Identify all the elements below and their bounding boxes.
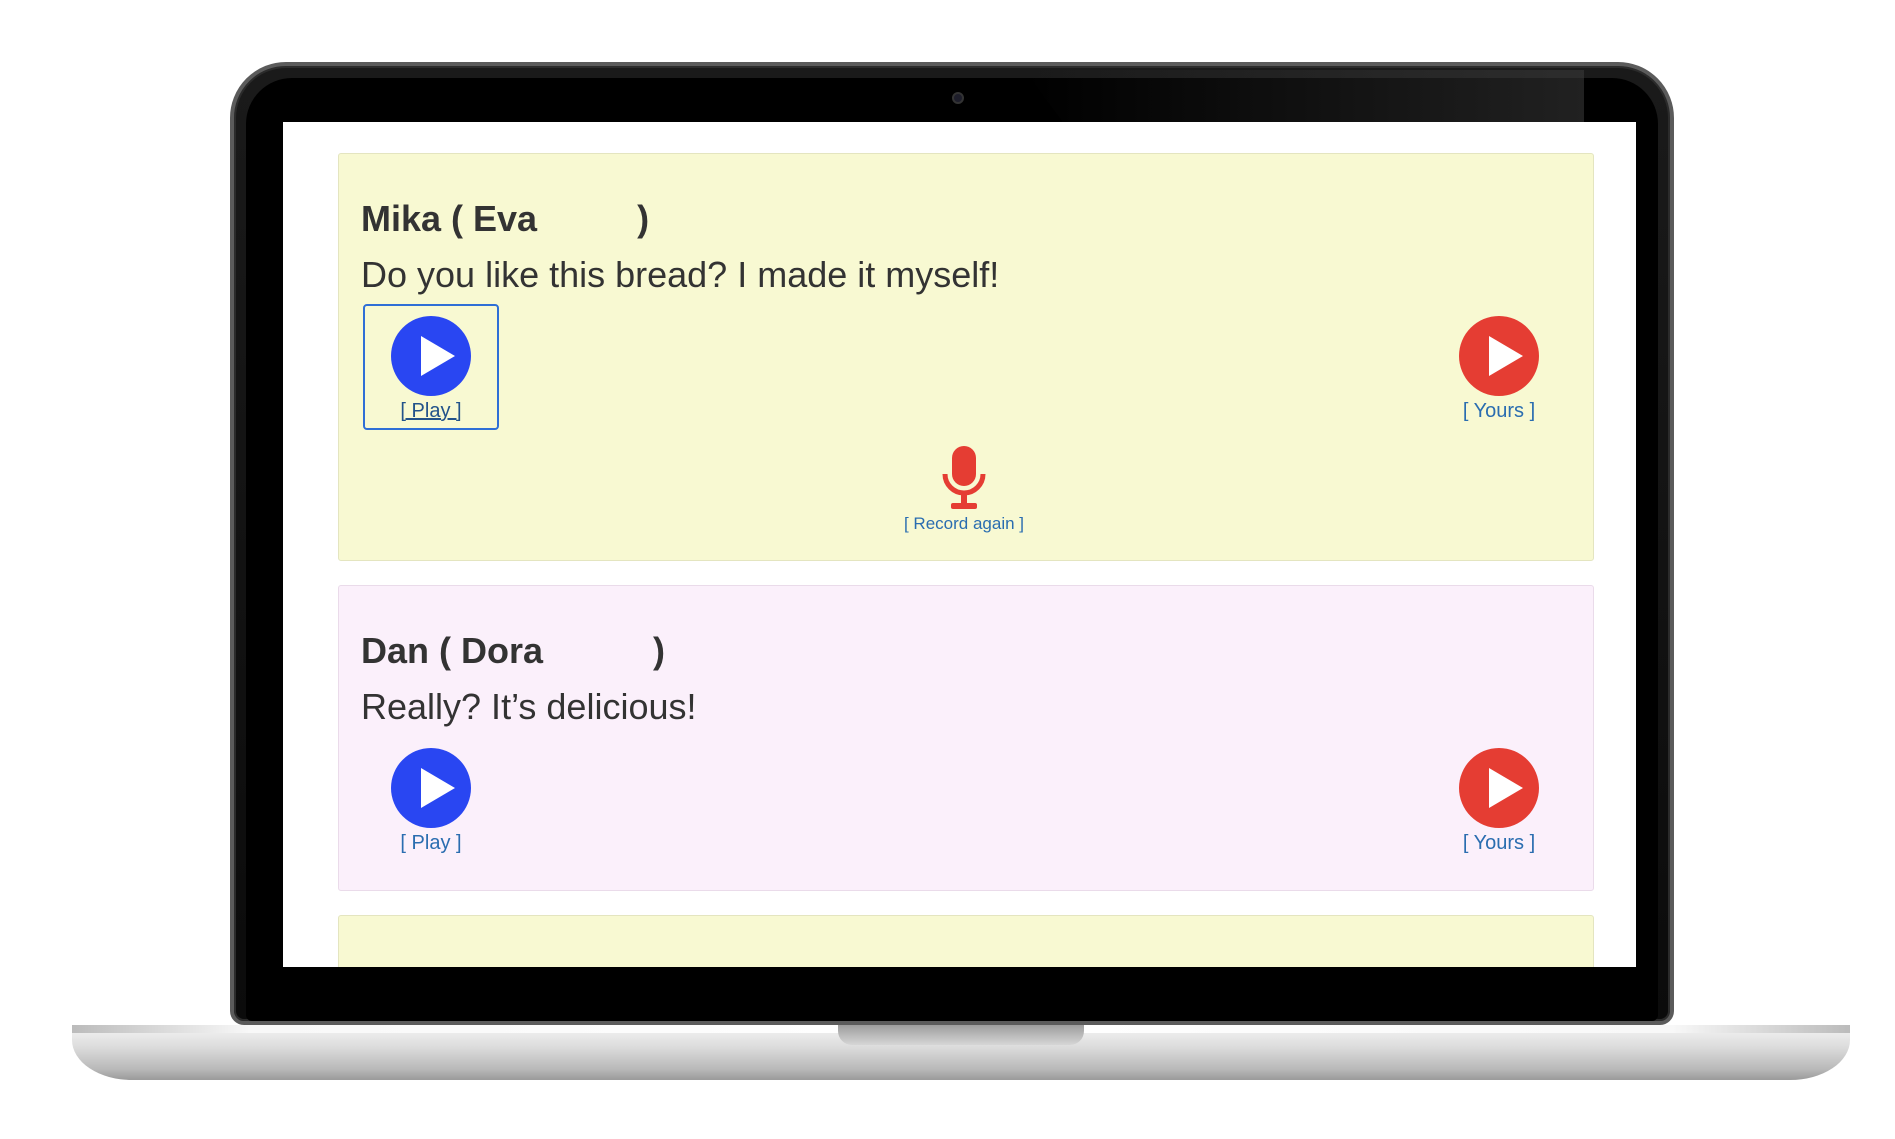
play-icon [391, 316, 471, 396]
dialogue-card: Dan ( Dora ) Really? It’s delicious! [ P… [338, 585, 1594, 891]
yours-button[interactable]: [ Yours ] [1431, 736, 1567, 862]
yours-label: [ Yours ] [1462, 400, 1536, 422]
bezel-glare [1024, 70, 1584, 130]
laptop-mockup: Mika ( Eva ) Do you like this bread? I m… [0, 0, 1895, 1139]
play-button[interactable]: [ Play ] [363, 736, 499, 862]
dialogue-card [338, 915, 1594, 967]
play-label: [ Play ] [400, 400, 462, 422]
play-button[interactable]: [ Play ] [363, 304, 499, 430]
record-again-button[interactable]: [ Record again ] [899, 446, 1029, 536]
yours-label: [ Yours ] [1462, 832, 1536, 854]
camera-icon [952, 92, 964, 104]
play-icon [1459, 316, 1539, 396]
speaker-name: Dan ( Dora ) [361, 630, 666, 671]
play-icon [1459, 748, 1539, 828]
screen: Mika ( Eva ) Do you like this bread? I m… [283, 122, 1636, 967]
play-label: [ Play ] [400, 832, 462, 854]
speaker-name: Mika ( Eva ) [361, 198, 650, 239]
dialogue-line: Do you like this bread? I made it myself… [361, 254, 1000, 295]
microphone-icon [942, 446, 986, 509]
record-again-label: [ Record again ] [903, 514, 1024, 533]
laptop-notch [838, 1025, 1084, 1045]
yours-button[interactable]: [ Yours ] [1431, 304, 1567, 430]
play-icon [391, 748, 471, 828]
dialogue-line: Really? It’s delicious! [361, 686, 697, 727]
dialogue-card: Mika ( Eva ) Do you like this bread? I m… [338, 153, 1594, 561]
